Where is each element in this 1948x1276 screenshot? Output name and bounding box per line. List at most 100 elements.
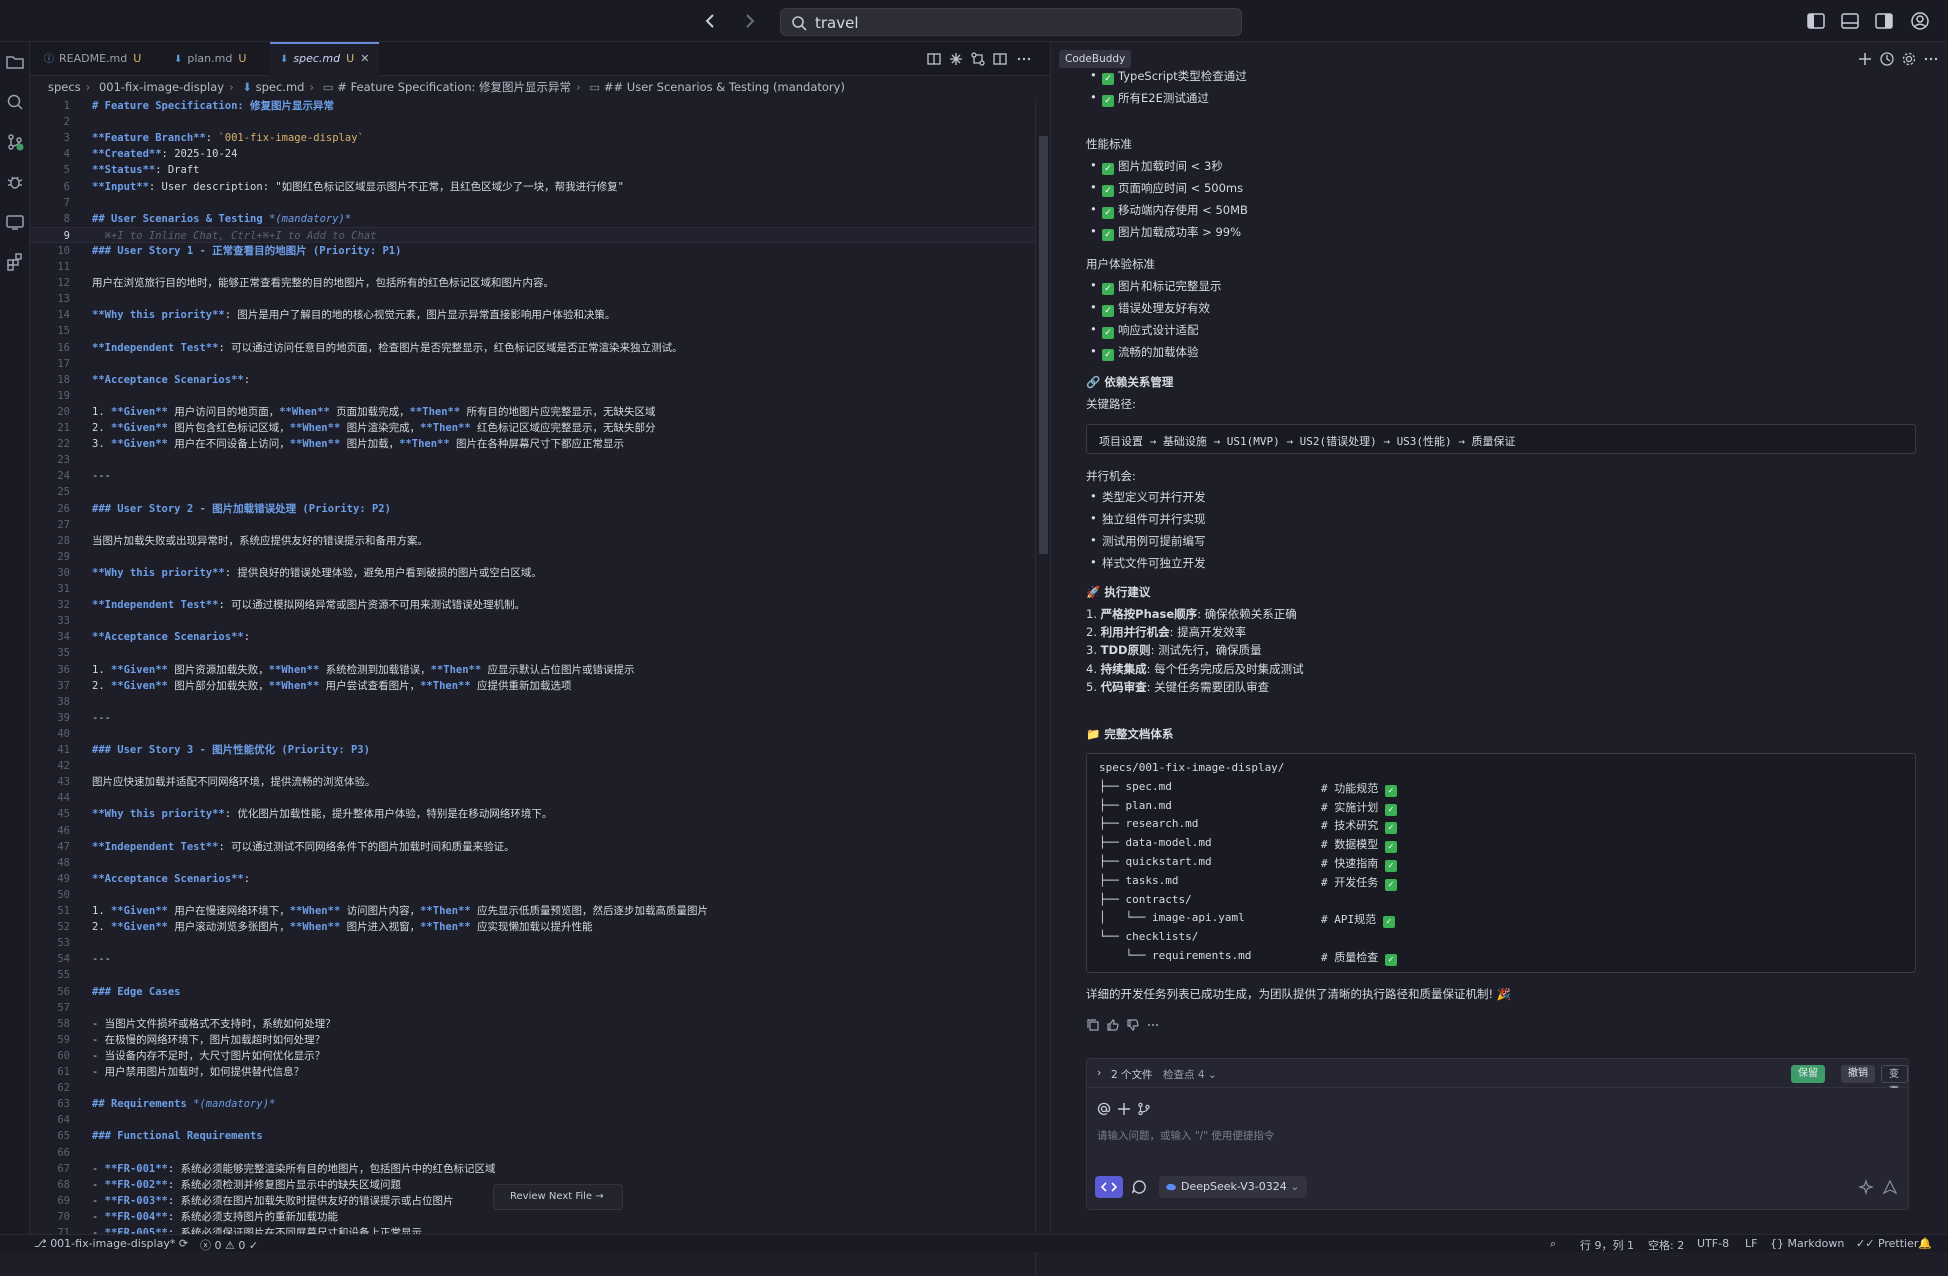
split-editor-icon[interactable] (992, 51, 1008, 67)
sparkle-icon[interactable] (948, 51, 964, 67)
code-line[interactable]: 9 ⌘+I to Inline Chat, Ctrl+⌘+I to Add to… (30, 226, 1035, 243)
breadcrumb-item[interactable]: # Feature Specification: 修复图片显示异常 (337, 80, 571, 94)
search-icon[interactable] (5, 92, 25, 112)
compare-changes-icon[interactable] (970, 51, 986, 67)
scrollbar-thumb[interactable] (1039, 136, 1048, 554)
changes-button[interactable]: 变更 (1881, 1065, 1908, 1097)
code-line[interactable]: 33 (30, 613, 1035, 629)
branch-status[interactable]: ⎇ 001-fix-image-display* ⟳ (34, 1237, 188, 1250)
code-line[interactable]: 23 (30, 452, 1035, 468)
code-line[interactable]: 65 ### Functional Requirements (30, 1128, 1035, 1144)
model-select[interactable]: DeepSeek-V3-0324 ⌄ (1159, 1176, 1308, 1198)
undo-button[interactable]: 撤销 (1841, 1065, 1875, 1083)
chat-mode-button[interactable] (1125, 1176, 1153, 1198)
problems-status[interactable]: ⓧ 0 ⚠ 0 ✓ (200, 1237, 258, 1253)
code-line[interactable]: 50 (30, 887, 1035, 903)
code-line[interactable]: 58 - 当图片文件损坏或格式不支持时，系统如何处理？ (30, 1016, 1035, 1032)
chat-input-placeholder[interactable]: 请输入问题，或输入 "/" 使用便捷指令 (1097, 1128, 1274, 1143)
thumbs-down-icon[interactable] (1126, 1018, 1140, 1032)
thumbs-up-icon[interactable] (1106, 1018, 1120, 1032)
code-line[interactable]: 21 2. **Given** 图片包含红色标记区域，**When** 图片渲染完… (30, 420, 1035, 436)
code-line[interactable]: 55 (30, 967, 1035, 983)
code-line[interactable]: 46 (30, 823, 1035, 839)
code-line[interactable]: 56 ### Edge Cases (30, 984, 1035, 1000)
code-line[interactable]: 27 (30, 517, 1035, 533)
code-line[interactable]: 70 - **FR-004**: 系统必须支持图片的重新加载功能 (30, 1209, 1035, 1225)
code-line[interactable]: 13 (30, 291, 1035, 307)
code-line[interactable]: 61 - 用户禁用图片加载时，如何提供替代信息？ (30, 1064, 1035, 1080)
code-line[interactable]: 41 ### User Story 3 - 图片性能优化 (Priority: P… (30, 742, 1035, 758)
chevron-right-icon[interactable]: › (1097, 1066, 1101, 1079)
source-control-icon[interactable] (5, 132, 25, 152)
code-editor[interactable]: 1 # Feature Specification: 修复图片显示异常 2 3 **Fe… (30, 98, 1035, 1276)
remote-explorer-icon[interactable] (5, 212, 25, 232)
code-mode-button[interactable] (1095, 1176, 1123, 1198)
code-line[interactable]: 67 - **FR-001**: 系统必须能够完整渲染所有目的地图片，包括图片中的… (30, 1161, 1035, 1177)
chat-input-box[interactable]: 请输入问题，或输入 "/" 使用便捷指令 DeepSeek-V3-0324 ⌄ (1086, 1088, 1909, 1210)
code-line[interactable]: 57 (30, 1000, 1035, 1016)
breadcrumb-item[interactable]: specs (48, 80, 81, 94)
code-line[interactable]: 60 - 当设备内存不足时，大尺寸图片如何优化显示？ (30, 1048, 1035, 1064)
more-actions-icon[interactable] (1923, 51, 1939, 67)
checkpoint-dropdown[interactable]: 检查点 4 ⌄ (1163, 1067, 1217, 1082)
encoding[interactable]: UTF-8 (1697, 1237, 1729, 1250)
more-actions-icon[interactable] (1016, 51, 1032, 67)
tab-spec[interactable]: ⬇ spec.md U ✕ (270, 42, 380, 76)
extensions-icon[interactable] (5, 252, 25, 272)
toggle-panel-icon[interactable] (1840, 11, 1860, 31)
toggle-secondary-sidebar-icon[interactable] (1874, 11, 1894, 31)
at-mention-icon[interactable] (1097, 1102, 1111, 1116)
code-line[interactable]: 42 (30, 758, 1035, 774)
settings-gear-icon[interactable] (1901, 51, 1917, 67)
code-line[interactable]: 25 (30, 484, 1035, 500)
debug-icon[interactable] (5, 172, 25, 192)
code-line[interactable]: 15 (30, 323, 1035, 339)
more-icon[interactable] (1146, 1018, 1160, 1032)
tab-readme[interactable]: ⓘ README.md U (34, 42, 151, 76)
code-line[interactable]: 16 **Independent Test**: 可以通过访问任意目的地页面，检查… (30, 340, 1035, 356)
code-line[interactable]: 31 (30, 581, 1035, 597)
code-line[interactable]: 28 当图片加载失败或出现异常时，系统应提供友好的错误提示和备用方案。 (30, 533, 1035, 549)
explorer-icon[interactable] (5, 52, 25, 72)
code-line[interactable]: 17 (30, 356, 1035, 372)
code-line[interactable]: 62 (30, 1080, 1035, 1096)
code-line[interactable]: 63 ## Requirements *(mandatory)* (30, 1096, 1035, 1112)
enhance-prompt-icon[interactable] (1858, 1179, 1874, 1195)
code-line[interactable]: 43 图片应快速加载并适配不同网络环境，提供流畅的浏览体验。 (30, 774, 1035, 790)
back-arrow-icon[interactable] (700, 10, 722, 32)
code-line[interactable]: 20 1. **Given** 用户访问目的地页面，**When** 页面加载完成… (30, 404, 1035, 420)
code-line[interactable]: 45 **Why this priority**: 优化图片加载性能，提升整体用户… (30, 806, 1035, 822)
breadcrumb-item[interactable]: ## User Scenarios & Testing (mandatory) (604, 80, 845, 94)
toggle-primary-sidebar-icon[interactable] (1806, 11, 1826, 31)
code-line[interactable]: 14 **Why this priority**: 图片是用户了解目的地的核心视觉… (30, 307, 1035, 323)
code-line[interactable]: 30 **Why this priority**: 提供良好的错误处理体验，避免用… (30, 565, 1035, 581)
breadcrumb-item[interactable]: 001-fix-image-display (99, 80, 224, 94)
code-line[interactable]: 36 1. **Given** 图片资源加载失败，**When** 系统检测到加载… (30, 662, 1035, 678)
code-line[interactable]: 51 1. **Given** 用户在慢速网络环境下，**When** 访问图片内… (30, 903, 1035, 919)
code-line[interactable]: 59 - 在极慢的网络环境下，图片加载超时如何处理？ (30, 1032, 1035, 1048)
code-line[interactable]: 40 (30, 726, 1035, 742)
send-icon[interactable] (1882, 1179, 1898, 1195)
open-preview-icon[interactable] (926, 51, 942, 67)
code-line[interactable]: 19 (30, 388, 1035, 404)
code-line[interactable]: 66 (30, 1145, 1035, 1161)
code-line[interactable]: 1 # Feature Specification: 修复图片显示异常 (30, 98, 1035, 114)
code-line[interactable]: 35 (30, 645, 1035, 661)
cursor-position[interactable]: 行 9，列 1 (1580, 1237, 1634, 1253)
language-mode[interactable]: {} Markdown (1770, 1237, 1844, 1250)
changed-files-bar[interactable]: › 2 个文件 检查点 4 ⌄ 保留 撤销 变更 (1086, 1058, 1909, 1097)
code-line[interactable]: 29 (30, 549, 1035, 565)
code-line[interactable]: 8 ## User Scenarios & Testing *(mandatory… (30, 211, 1035, 227)
editor-scrollbar[interactable] (1035, 98, 1050, 1276)
codebuddy-badge[interactable]: CodeBuddy (1059, 50, 1132, 68)
breadcrumb-item[interactable]: spec.md (256, 80, 305, 94)
code-line[interactable]: 10 ### User Story 1 - 正常查看目的地图片 (Priority… (30, 243, 1035, 259)
code-line[interactable]: 6 **Input**: User description: "如图红色标记区域显… (30, 179, 1035, 195)
end-of-line[interactable]: LF (1745, 1237, 1757, 1250)
keep-button[interactable]: 保留 (1791, 1065, 1825, 1083)
zoom-icon[interactable]: ⌕ (1550, 1237, 1556, 1251)
code-line[interactable]: 2 (30, 114, 1035, 130)
formatter[interactable]: ✓✓ Prettier (1856, 1237, 1918, 1250)
close-icon[interactable]: ✕ (360, 52, 369, 65)
code-line[interactable]: 24 --- (30, 468, 1035, 484)
